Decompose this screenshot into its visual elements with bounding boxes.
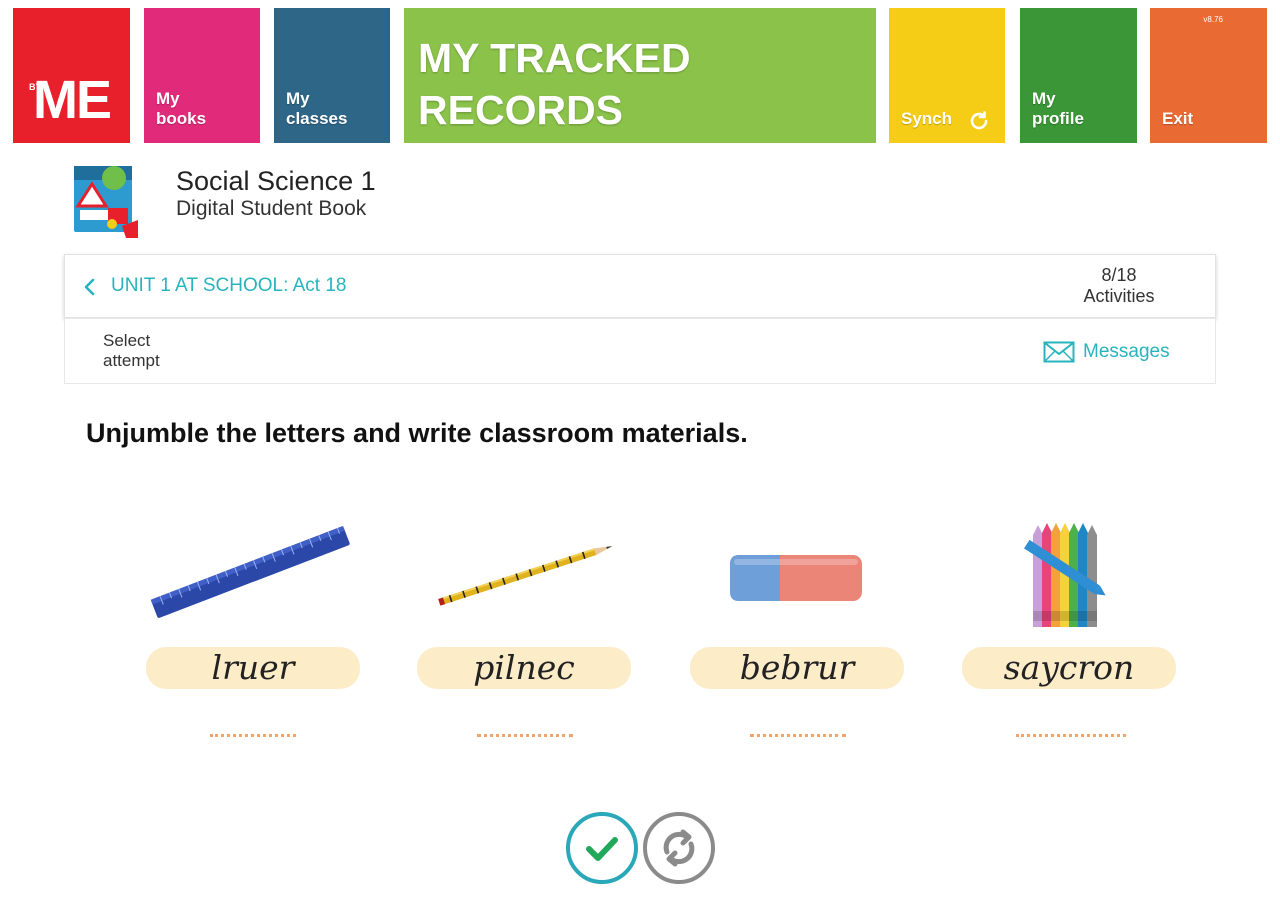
activity-count-label: Activities bbox=[1083, 286, 1155, 306]
ruler-image bbox=[150, 525, 350, 618]
page-title: MY TRACKED RECORDS bbox=[418, 35, 691, 133]
my-classes-label: My classes bbox=[286, 89, 348, 128]
jumbled-word: pilnec bbox=[417, 647, 631, 689]
unit-navigation-bar: UNIT 1 AT SCHOOL: Act 18 8/18 Activities bbox=[64, 254, 1216, 318]
my-classes-button[interactable]: My classes bbox=[274, 8, 390, 143]
jumbled-word: lruer bbox=[146, 647, 360, 689]
answer-input[interactable] bbox=[477, 734, 573, 737]
chevron-left-icon[interactable] bbox=[81, 277, 99, 297]
messages-link[interactable]: Messages bbox=[1083, 341, 1170, 363]
answer-input[interactable] bbox=[1016, 734, 1126, 737]
check-answers-button[interactable] bbox=[566, 812, 638, 884]
refresh-icon bbox=[970, 111, 988, 130]
select-attempt-dropdown[interactable]: Select attempt bbox=[103, 331, 160, 371]
crayons-image bbox=[1024, 523, 1106, 627]
synch-button[interactable]: Synch bbox=[889, 8, 1005, 143]
answer-input[interactable] bbox=[750, 734, 846, 737]
my-profile-button[interactable]: My profile bbox=[1020, 8, 1137, 143]
my-books-label: My books bbox=[156, 89, 207, 128]
exercise-item-pencil: pilnec bbox=[417, 515, 633, 745]
my-profile-label: My profile bbox=[1032, 89, 1084, 128]
attempt-bar: Select attempt Messages bbox=[64, 318, 1216, 384]
exit-button[interactable]: v8.76 Exit bbox=[1150, 8, 1267, 143]
jumbled-word: saycron bbox=[962, 647, 1176, 689]
activity-count: 8/18 bbox=[1101, 265, 1137, 285]
envelope-icon[interactable] bbox=[1043, 341, 1075, 363]
logo-me-text: ME bbox=[33, 70, 112, 130]
page-title-tile: MY TRACKED RECORDS bbox=[404, 8, 876, 143]
retry-button[interactable] bbox=[643, 812, 715, 884]
exercise-item-ruler: lruer bbox=[146, 515, 362, 745]
activity-instruction: Unjumble the letters and write classroom… bbox=[86, 418, 748, 448]
synch-label: Synch bbox=[901, 109, 953, 128]
pencil-image bbox=[438, 546, 613, 606]
book-title: Social Science 1 bbox=[176, 166, 376, 196]
my-books-button[interactable]: My books bbox=[144, 8, 260, 143]
unit-activity-link[interactable]: UNIT 1 AT SCHOOL: Act 18 bbox=[111, 275, 346, 297]
book-subtitle: Digital Student Book bbox=[176, 197, 367, 220]
activity-counter: 8/18 Activities bbox=[1069, 265, 1169, 307]
exit-label: Exit bbox=[1162, 109, 1194, 128]
jumbled-word: bebrur bbox=[690, 647, 904, 689]
check-icon bbox=[586, 837, 618, 861]
book-cover-image bbox=[74, 166, 138, 238]
rubber-image bbox=[730, 555, 862, 601]
version-label: v8.76 bbox=[1203, 15, 1223, 24]
retry-icon bbox=[663, 829, 695, 867]
exercise-item-crayons: saycron bbox=[962, 515, 1178, 745]
home-logo-tile[interactable]: BY ME bbox=[13, 8, 130, 143]
answer-input[interactable] bbox=[210, 734, 296, 737]
exercise-item-rubber: bebrur bbox=[690, 515, 906, 745]
